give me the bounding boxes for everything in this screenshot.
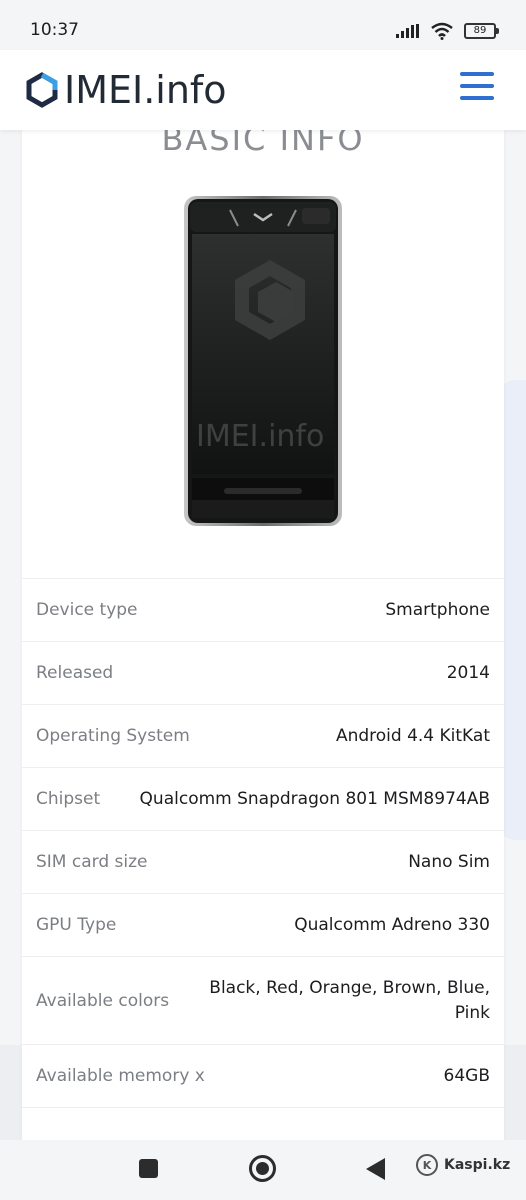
spec-label: SIM card size — [36, 852, 148, 872]
spec-label: Available colors — [36, 990, 170, 1011]
logo-text: IMEI.info — [64, 68, 227, 112]
signal-icon — [396, 24, 419, 38]
status-bar: 10:37 89 — [0, 0, 526, 50]
device-image: IMEI.info — [184, 196, 342, 526]
kaspi-watermark: K Kaspi.kz — [416, 1154, 510, 1176]
device-watermark-text: IMEI.info — [196, 419, 324, 454]
site-header: IMEI.info — [0, 50, 526, 130]
table-row: Device type Smartphone — [22, 578, 504, 641]
logo-hex-icon — [26, 72, 58, 108]
spec-label: GPU Type — [36, 915, 117, 935]
kaspi-text: Kaspi.kz — [444, 1157, 511, 1173]
home-button[interactable] — [249, 1155, 276, 1182]
spec-label: Released — [36, 663, 114, 683]
spec-label: Chipset — [36, 789, 101, 809]
table-row: SIM card size Nano Sim — [22, 830, 504, 893]
table-row: Available colors Black, Red, Orange, Bro… — [22, 956, 504, 1044]
spec-value: Black, Red, Orange, Brown, Blue, Pink — [209, 977, 490, 1023]
spec-value: Qualcomm Adreno 330 — [294, 915, 490, 935]
spec-value: Android 4.4 KitKat — [335, 726, 490, 746]
spec-value: 64GB — [443, 1066, 490, 1086]
recents-button[interactable] — [139, 1159, 158, 1178]
table-row: Chipset Qualcomm Snapdragon 801 MSM8974A… — [22, 767, 504, 830]
basic-info-card: BASIC INFO IMEI.info Device type Smartph… — [22, 110, 504, 1140]
system-nav-bar: K Kaspi.kz — [0, 1140, 526, 1200]
kaspi-logo-icon: K — [416, 1154, 438, 1176]
battery-icon: 89 — [464, 23, 499, 39]
spec-value: Smartphone — [385, 600, 490, 620]
spec-table: Device type Smartphone Released 2014 Ope… — [22, 578, 504, 1140]
spec-label: Available memory x — [36, 1066, 205, 1086]
table-row: GPU Type Qualcomm Adreno 330 — [22, 893, 504, 956]
status-icons: 89 — [396, 22, 499, 40]
wifi-icon — [431, 22, 453, 40]
spec-value: 2014 — [446, 663, 490, 683]
status-time: 10:37 — [30, 20, 79, 40]
site-logo[interactable]: IMEI.info — [24, 68, 227, 112]
spec-value: Qualcomm Snapdragon 801 MSM8974AB — [139, 789, 490, 809]
spec-label: Operating System — [36, 726, 190, 746]
table-row: Available memory x 64GB — [22, 1044, 504, 1107]
back-button[interactable] — [366, 1158, 385, 1180]
spec-value: Nano Sim — [408, 852, 490, 872]
hamburger-menu-icon[interactable] — [460, 72, 494, 106]
table-row-empty — [22, 1107, 504, 1140]
spec-label: Device type — [36, 600, 138, 620]
table-row: Operating System Android 4.4 KitKat — [22, 704, 504, 767]
table-row: Released 2014 — [22, 641, 504, 704]
